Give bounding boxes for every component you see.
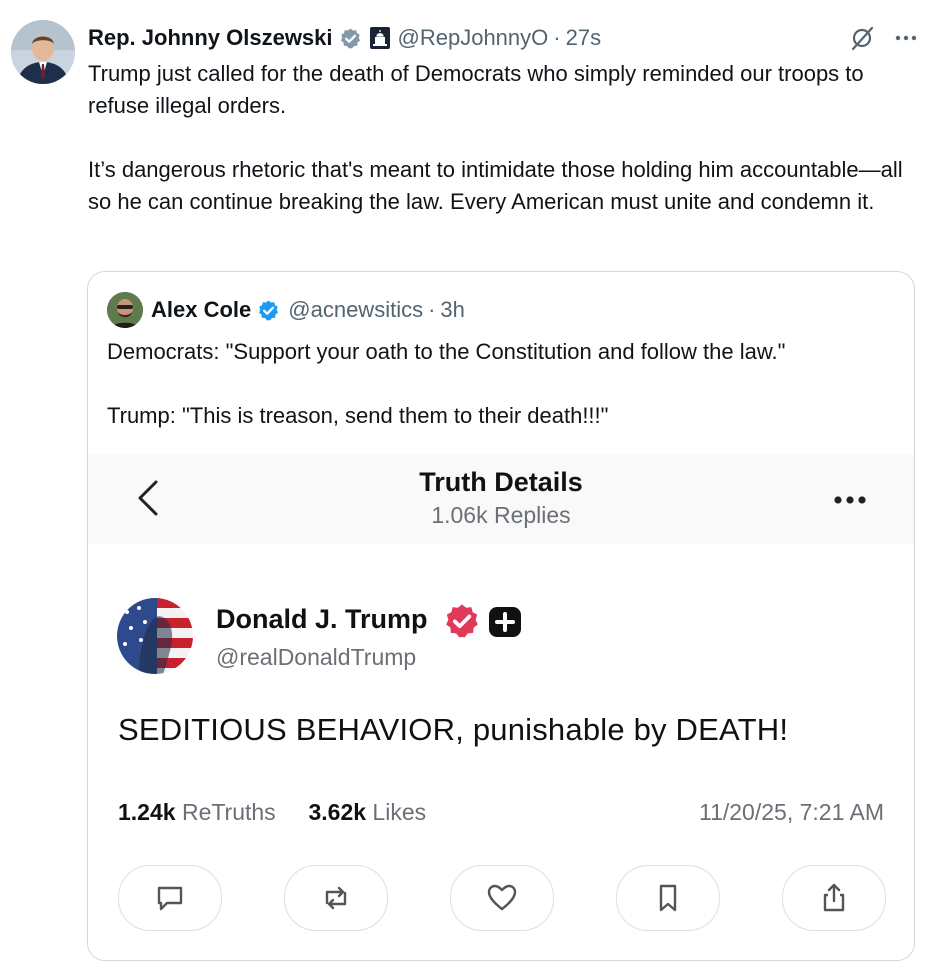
quote-avatar[interactable] — [107, 292, 143, 328]
author-name[interactable]: Rep. Johnny Olszewski — [88, 25, 333, 51]
truth-avatar — [117, 598, 193, 674]
like-icon — [450, 865, 554, 931]
likes-label: Likes — [372, 799, 427, 825]
replies-count: 1.06k Replies — [431, 502, 571, 528]
truth-verified-icon — [443, 602, 481, 640]
timestamp[interactable]: 27s — [566, 25, 601, 51]
author-handle[interactable]: @RepJohnnyO — [398, 25, 549, 51]
retruth-icon — [284, 865, 388, 931]
verified-gray-icon[interactable] — [339, 27, 362, 50]
share-icon — [782, 865, 886, 931]
truth-plus-icon — [488, 606, 522, 638]
truth-action-bar — [118, 865, 886, 931]
tweet-paragraph: Trump just called for the death of Democ… — [88, 61, 864, 118]
bookmark-icon — [616, 865, 720, 931]
quote-paragraph: Democrats: "Support your oath to the Con… — [107, 339, 786, 364]
tweet-paragraph: It’s dangerous rhetoric that's meant to … — [88, 157, 903, 214]
truth-details-topbar: Truth Details 1.06k Replies — [88, 454, 914, 544]
more-options-icon — [833, 492, 867, 504]
truth-details-title: Truth Details — [419, 467, 583, 497]
separator-dot: · — [428, 297, 436, 322]
truth-stats: 1.24k ReTruths 3.62k Likes — [118, 799, 426, 826]
government-building-icon[interactable] — [369, 27, 390, 49]
likes-count: 3.62k — [308, 799, 367, 825]
avatar[interactable] — [11, 20, 75, 84]
attached-image[interactable]: Truth Details 1.06k Replies Donald J. Tr… — [88, 454, 914, 960]
separator-dot: · — [553, 25, 561, 50]
reply-icon — [118, 865, 222, 931]
truth-author-name: Donald J. Trump — [216, 604, 428, 634]
grok-icon[interactable] — [848, 24, 876, 52]
quote-paragraph: Trump: "This is treason, send them to th… — [107, 403, 609, 428]
quote-text: Democrats: "Support your oath to the Con… — [107, 336, 897, 432]
truth-author-handle: @realDonaldTrump — [216, 644, 417, 670]
truth-post-text: SEDITIOUS BEHAVIOR, punishable by DEATH! — [118, 712, 789, 747]
quoted-tweet-card[interactable]: Alex Cole @acnewsitics · 3h Democrats: "… — [87, 271, 915, 961]
quote-author-name[interactable]: Alex Cole — [151, 297, 251, 323]
more-options-icon[interactable] — [894, 26, 918, 50]
quote-author-handle[interactable]: @acnewsitics — [288, 297, 423, 323]
retruths-count: 1.24k — [118, 799, 176, 825]
quote-timestamp[interactable]: 3h — [440, 297, 464, 323]
truth-date: 11/20/25, 7:21 AM — [699, 799, 884, 825]
tweet-text: Trump just called for the death of Democ… — [88, 58, 928, 218]
retruths-label: ReTruths — [181, 799, 276, 825]
verified-blue-icon[interactable] — [257, 299, 280, 322]
